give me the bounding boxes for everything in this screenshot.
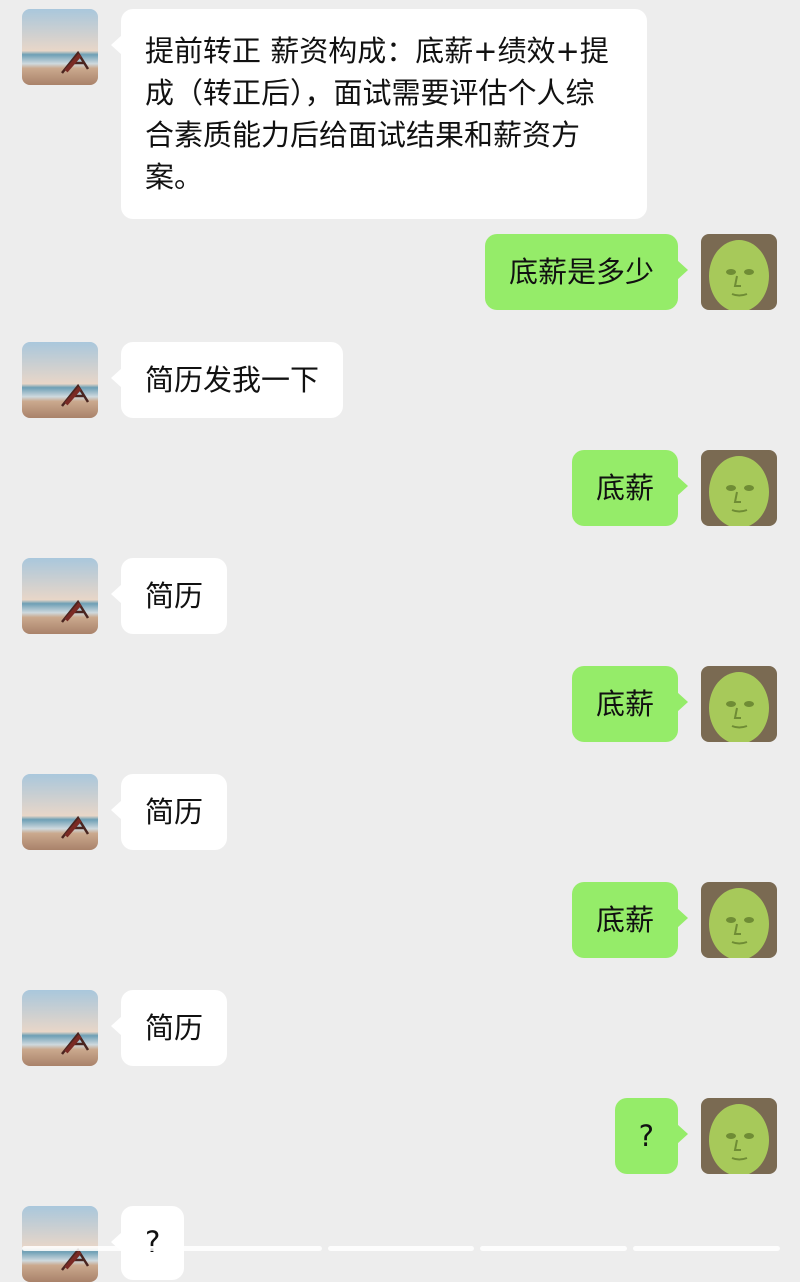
green-face-avatar-icon[interactable]	[701, 1098, 777, 1174]
progress-segment	[633, 1246, 780, 1251]
progress-segment	[327, 1246, 475, 1251]
message-bubble-incoming[interactable]: 简历	[110, 774, 228, 850]
message-bubble-incoming[interactable]: 简历	[110, 990, 228, 1066]
progress-segment	[22, 1246, 169, 1251]
message-bubble-outgoing[interactable]: 底薪是多少	[484, 234, 689, 310]
message-bubble-outgoing[interactable]: 底薪	[571, 450, 689, 526]
message-bubble-outgoing[interactable]: ?	[614, 1098, 689, 1174]
beach-chair-avatar-icon[interactable]	[22, 1206, 98, 1282]
progress-segment	[174, 1246, 322, 1251]
beach-chair-avatar-icon[interactable]	[22, 558, 98, 634]
message-bubble-incoming[interactable]: 简历	[110, 558, 228, 634]
message-bubble-outgoing[interactable]: 底薪	[571, 666, 689, 742]
message-bubble-incoming[interactable]: ?	[110, 1206, 185, 1280]
message-bubble-outgoing[interactable]: 底薪	[571, 882, 689, 958]
green-face-avatar-icon[interactable]	[701, 882, 777, 958]
beach-chair-avatar-icon[interactable]	[22, 774, 98, 850]
chat-view: 提前转正 薪资构成：底薪+绩效+提成（转正后），面试需要评估个人综合素质能力后给…	[0, 0, 800, 1282]
progress-bar	[22, 1246, 780, 1251]
progress-segment	[480, 1246, 628, 1251]
message-bubble-incoming[interactable]: 提前转正 薪资构成：底薪+绩效+提成（转正后），面试需要评估个人综合素质能力后给…	[111, 9, 647, 219]
green-face-avatar-icon[interactable]	[701, 450, 777, 526]
beach-chair-avatar-icon[interactable]	[22, 342, 98, 418]
green-face-avatar-icon[interactable]	[701, 234, 777, 310]
message-bubble-incoming[interactable]: 简历发我一下	[110, 342, 344, 418]
beach-chair-avatar-icon[interactable]	[22, 9, 98, 85]
beach-chair-avatar-icon[interactable]	[22, 990, 98, 1066]
green-face-avatar-icon[interactable]	[701, 666, 777, 742]
